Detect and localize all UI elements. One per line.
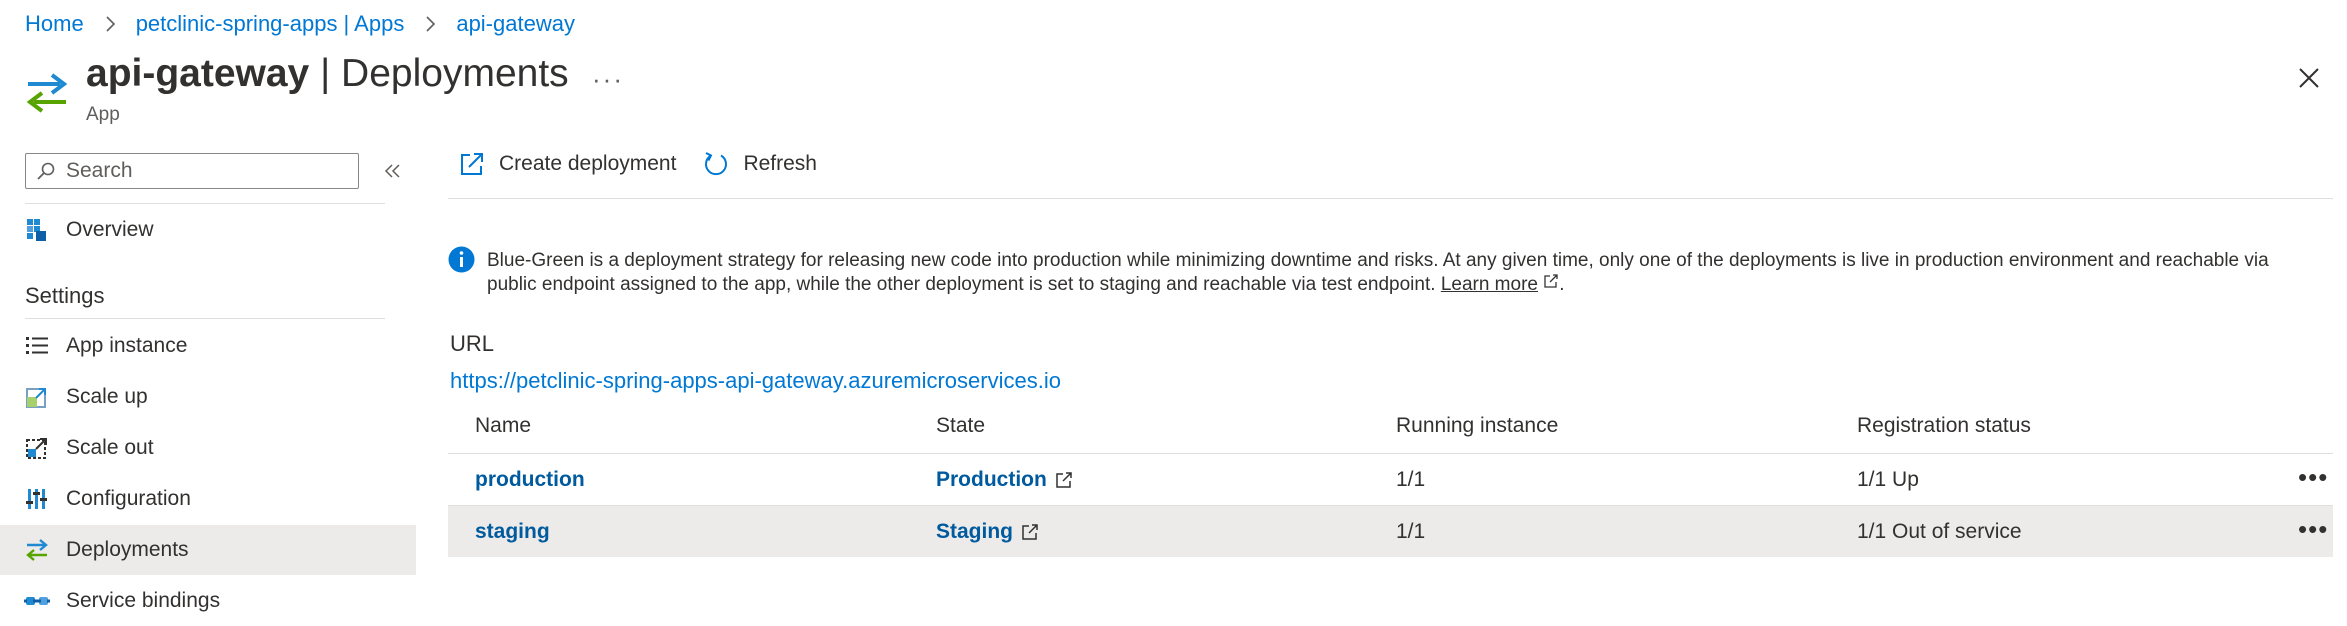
column-header-registration-status[interactable]: Registration status [1857, 414, 2031, 438]
breadcrumb: Home petclinic-spring-apps | Apps api-ga… [25, 11, 575, 37]
info-message-end: . [1559, 274, 1565, 295]
search-box[interactable] [25, 153, 359, 189]
external-link-icon [461, 153, 483, 175]
row-more-button[interactable]: ••• [2298, 462, 2328, 493]
refresh-button[interactable]: Refresh [702, 150, 817, 178]
command-bar: Create deployment Refresh [458, 150, 843, 178]
sidebar-item-deployments[interactable]: Deployments [0, 525, 416, 575]
sidebar-divider [25, 203, 385, 204]
app-swap-icon [26, 73, 68, 113]
table-header-row: Name State Running instance Registration… [448, 398, 2333, 454]
deployment-name-link[interactable]: staging [475, 520, 550, 544]
table-row[interactable]: production Production 1/1 1/1 Up ••• [448, 454, 2333, 506]
page-title: api-gateway | Deployments [86, 52, 569, 96]
sidebar-item-scale-up[interactable]: Scale up [0, 372, 416, 422]
page-title-section: | Deployments [309, 52, 569, 95]
list-icon [24, 333, 50, 359]
service-bindings-icon [24, 588, 50, 614]
sidebar-item-service-bindings[interactable]: Service bindings [0, 576, 416, 626]
scale-up-icon [24, 384, 50, 410]
info-icon [448, 246, 475, 273]
create-deployment-button[interactable]: Create deployment [458, 150, 676, 178]
state-link[interactable]: Production [936, 468, 1047, 492]
info-message: Blue-Green is a deployment strategy for … [487, 249, 2317, 297]
sidebar-item-label: Service bindings [66, 589, 221, 612]
external-link-icon [1544, 274, 1558, 288]
create-deployment-label: Create deployment [499, 152, 677, 175]
close-icon[interactable] [2295, 64, 2323, 92]
sidebar-item-label: App instance [66, 334, 188, 357]
state-link[interactable]: Staging [936, 520, 1013, 544]
sidebar-item-scale-out[interactable]: Scale out [0, 423, 416, 473]
search-icon [37, 162, 55, 180]
more-options-button[interactable]: ··· [592, 64, 624, 95]
settings-heading: Settings [25, 283, 105, 308]
learn-more-link[interactable]: Learn more [1441, 274, 1538, 295]
sidebar-item-label: Scale up [66, 385, 148, 408]
overview-icon [24, 217, 50, 243]
external-link-icon [1056, 471, 1072, 488]
deployment-name-link[interactable]: production [475, 468, 585, 492]
sidebar-divider [25, 318, 385, 319]
refresh-icon [705, 152, 728, 176]
refresh-label: Refresh [743, 152, 817, 175]
sidebar-item-label: Scale out [66, 436, 154, 459]
state-cell: Staging [936, 520, 1039, 544]
configuration-icon [24, 486, 50, 512]
column-header-name[interactable]: Name [475, 414, 531, 438]
running-instance-cell: 1/1 [1396, 467, 1426, 491]
state-cell: Production [936, 468, 1073, 492]
table-row[interactable]: staging Staging 1/1 1/1 Out of service •… [448, 506, 2333, 557]
chevron-right-icon [426, 16, 436, 32]
sidebar-item-overview[interactable]: Overview [0, 205, 416, 255]
registration-status-cell: 1/1 Up [1857, 467, 1919, 491]
column-header-state[interactable]: State [936, 414, 985, 438]
external-link-icon [1022, 523, 1038, 540]
sidebar-item-label: Configuration [66, 487, 191, 510]
info-message-text: Blue-Green is a deployment strategy for … [487, 250, 2269, 295]
url-label: URL [450, 331, 495, 356]
registration-status-cell: 1/1 Out of service [1857, 519, 2022, 543]
sidebar-item-label: Overview [66, 218, 154, 241]
sidebar-item-label: Deployments [66, 538, 189, 561]
page-subtitle: App [86, 104, 120, 125]
app-url-link[interactable]: https://petclinic-spring-apps-api-gatewa… [450, 368, 1061, 394]
sidebar-item-app-instance[interactable]: App instance [0, 321, 416, 371]
search-input[interactable] [64, 158, 338, 184]
column-header-running-instance[interactable]: Running instance [1396, 414, 1558, 438]
row-more-button[interactable]: ••• [2298, 514, 2328, 545]
page-title-app: api-gateway [86, 52, 310, 95]
breadcrumb-apps[interactable]: petclinic-spring-apps | Apps [136, 11, 405, 37]
chevron-right-icon [106, 16, 115, 32]
toolbar-divider [448, 198, 2333, 199]
scale-out-icon [24, 435, 50, 461]
running-instance-cell: 1/1 [1396, 519, 1426, 543]
breadcrumb-home[interactable]: Home [25, 11, 84, 37]
deployments-icon [24, 537, 50, 563]
sidebar-item-configuration[interactable]: Configuration [0, 474, 416, 524]
collapse-sidebar-icon[interactable] [382, 160, 404, 182]
breadcrumb-app[interactable]: api-gateway [456, 11, 575, 37]
